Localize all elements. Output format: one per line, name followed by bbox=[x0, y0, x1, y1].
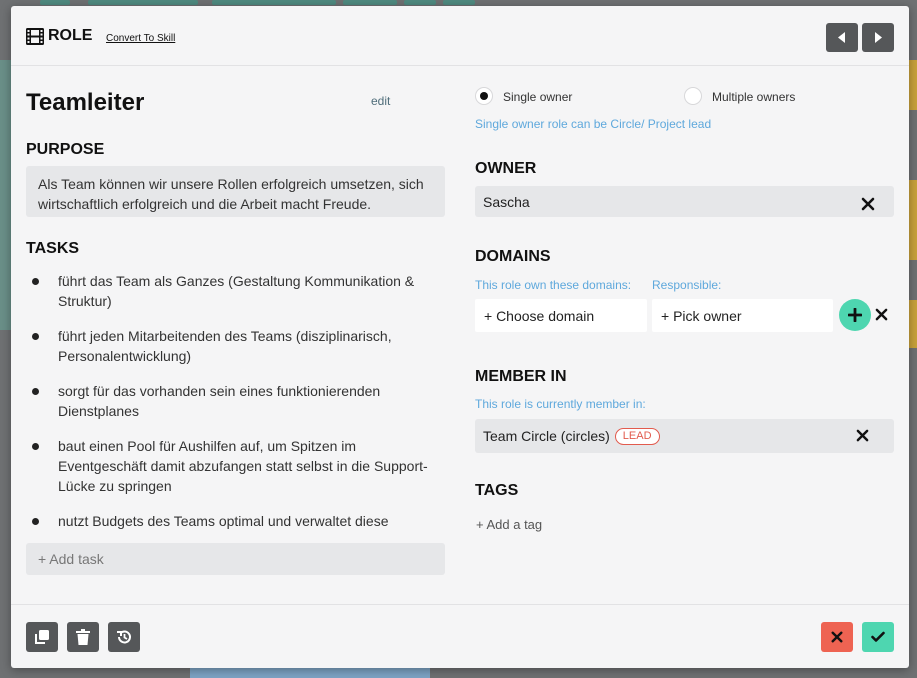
single-owner-label: Single owner bbox=[503, 90, 573, 104]
close-icon bbox=[831, 631, 843, 643]
tasks-heading: TASKS bbox=[26, 240, 80, 257]
background-fragment bbox=[909, 180, 917, 260]
modal-header: ROLE Convert To Skill bbox=[11, 6, 909, 66]
caret-left-icon bbox=[838, 32, 845, 43]
purpose-heading: PURPOSE bbox=[26, 141, 105, 158]
remove-owner-icon[interactable] bbox=[861, 197, 875, 211]
remove-domain-icon[interactable] bbox=[875, 308, 888, 321]
member-in-heading: MEMBER IN bbox=[475, 368, 567, 385]
task-item[interactable]: führt jeden Mitarbeitenden des Teams (di… bbox=[26, 326, 445, 366]
delete-button[interactable] bbox=[67, 622, 99, 652]
bullet-icon bbox=[32, 443, 39, 450]
owner-name: Sascha bbox=[483, 193, 530, 210]
bullet-icon bbox=[32, 518, 39, 525]
multiple-owners-label: Multiple owners bbox=[712, 90, 796, 104]
task-list: führt das Team als Ganzes (Gestaltung Ko… bbox=[26, 271, 445, 546]
background-fragment bbox=[404, 0, 436, 5]
single-owner-radio[interactable] bbox=[475, 87, 493, 105]
add-task-input[interactable]: + Add task bbox=[26, 543, 445, 575]
save-button[interactable] bbox=[862, 622, 894, 652]
background-fragment bbox=[343, 0, 397, 5]
film-icon bbox=[26, 28, 44, 45]
lead-badge: LEAD bbox=[614, 427, 660, 445]
history-icon bbox=[117, 630, 131, 644]
modal-title: ROLE bbox=[48, 27, 93, 44]
edit-name-link[interactable]: edit bbox=[371, 94, 390, 108]
next-button[interactable] bbox=[862, 23, 894, 52]
history-button[interactable] bbox=[108, 622, 140, 652]
pick-owner-button[interactable]: + Pick owner bbox=[652, 299, 833, 332]
add-domain-button[interactable] bbox=[839, 299, 871, 331]
purpose-text[interactable]: Als Team können wir unsere Rollen erfolg… bbox=[26, 166, 445, 217]
background-fragment bbox=[0, 60, 11, 330]
cancel-button[interactable] bbox=[821, 622, 853, 652]
caret-right-icon bbox=[875, 32, 882, 43]
domains-hint: This role own these domains: bbox=[475, 278, 632, 292]
task-item[interactable]: führt das Team als Ganzes (Gestaltung Ko… bbox=[26, 271, 445, 311]
bullet-icon bbox=[32, 333, 39, 340]
responsible-hint: Responsible: bbox=[652, 278, 722, 292]
check-icon bbox=[871, 631, 885, 642]
task-item[interactable]: nutzt Budgets des Teams optimal und verw… bbox=[26, 511, 445, 531]
role-modal: ROLE Convert To Skill Teamleiter edit PU… bbox=[11, 6, 909, 668]
task-item[interactable]: baut einen Pool für Aushilfen auf, um Sp… bbox=[26, 436, 445, 496]
background-fragment bbox=[40, 0, 70, 5]
trash-icon bbox=[76, 629, 90, 645]
previous-button[interactable] bbox=[826, 23, 858, 52]
bullet-icon bbox=[32, 388, 39, 395]
background-fragment bbox=[909, 60, 917, 110]
circle-name: Team Circle (circles) bbox=[483, 428, 610, 444]
bullet-icon bbox=[32, 278, 39, 285]
tags-heading: TAGS bbox=[475, 482, 519, 499]
background-fragment bbox=[212, 0, 336, 5]
background-fragment bbox=[909, 300, 917, 348]
plus-icon bbox=[848, 308, 862, 322]
copy-icon bbox=[35, 630, 49, 644]
owner-field[interactable]: Sascha bbox=[475, 186, 894, 217]
member-circle-row[interactable]: Team Circle (circles) LEAD bbox=[475, 419, 894, 453]
duplicate-button[interactable] bbox=[26, 622, 58, 652]
background-fragment bbox=[190, 668, 430, 678]
background-fragment bbox=[443, 0, 475, 5]
convert-to-skill-link[interactable]: Convert To Skill bbox=[106, 33, 175, 44]
remove-membership-icon[interactable] bbox=[856, 429, 869, 442]
member-in-hint: This role is currently member in: bbox=[475, 397, 646, 411]
ownership-hint: Single owner role can be Circle/ Project… bbox=[475, 117, 712, 131]
task-item[interactable]: sorgt für das vorhanden sein eines funkt… bbox=[26, 381, 445, 421]
background-fragment bbox=[88, 0, 198, 5]
multiple-owners-radio[interactable] bbox=[684, 87, 702, 105]
role-name: Teamleiter bbox=[26, 89, 145, 116]
choose-domain-button[interactable]: + Choose domain bbox=[475, 299, 647, 332]
domains-heading: DOMAINS bbox=[475, 248, 551, 265]
modal-footer bbox=[11, 604, 909, 668]
owner-heading: OWNER bbox=[475, 160, 537, 177]
add-tag-link[interactable]: + Add a tag bbox=[476, 517, 542, 532]
